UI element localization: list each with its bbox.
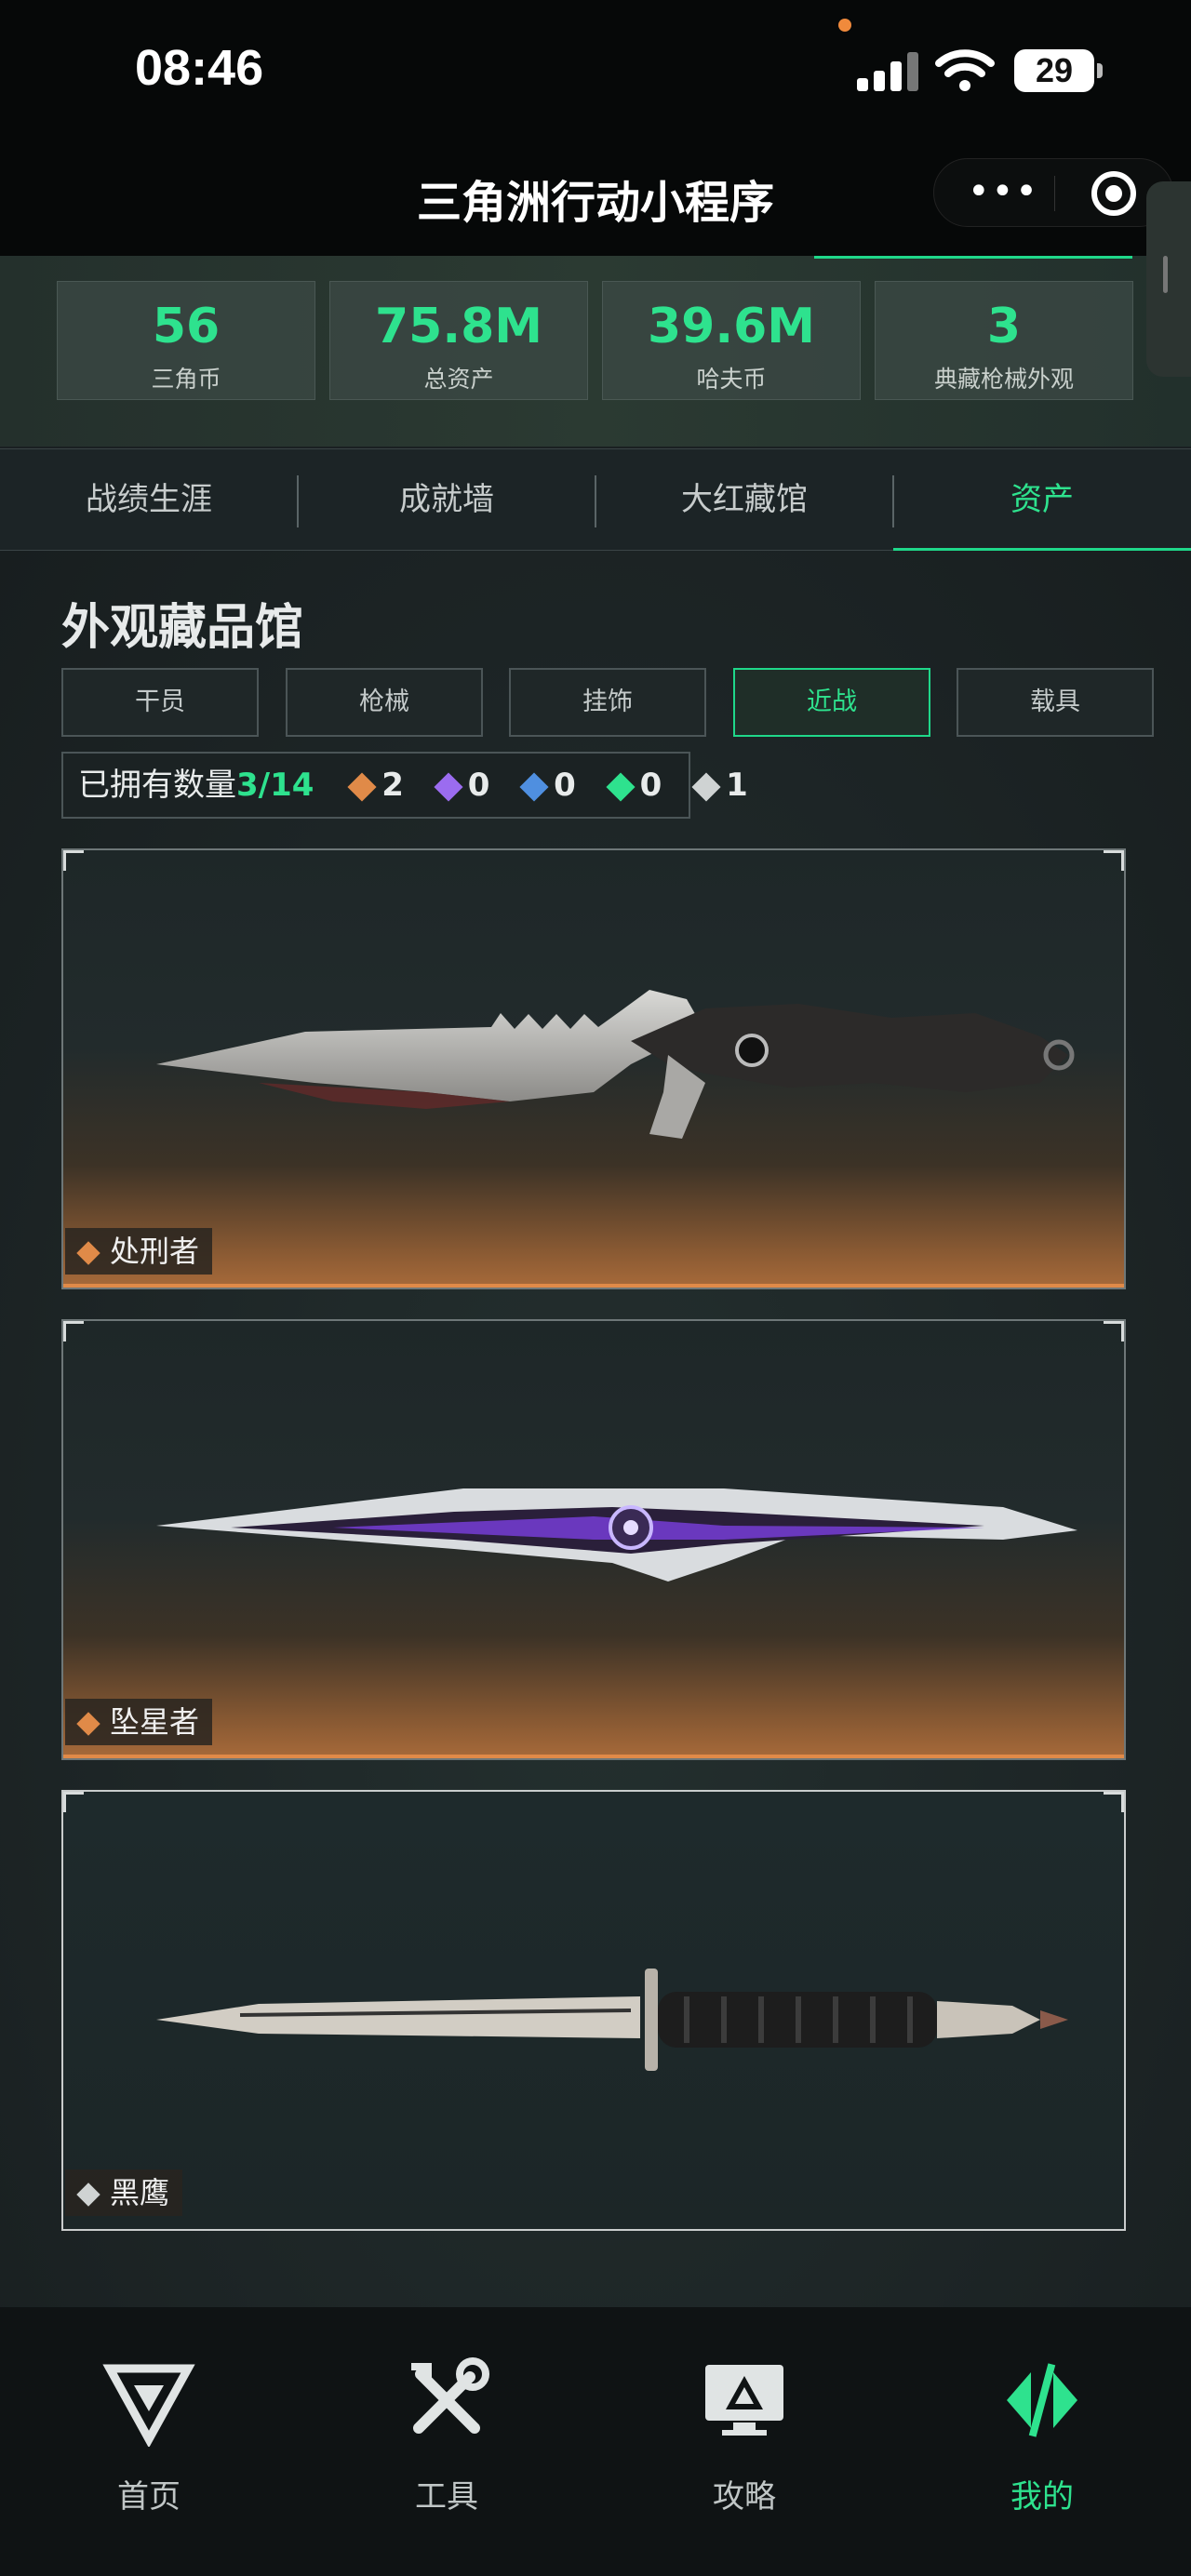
owned-label: 已拥有数量 bbox=[78, 767, 236, 804]
owned-count-bar: 已拥有数量3/14 2 0 0 0 1 bbox=[61, 752, 748, 819]
stat-label: 典藏枪械外观 bbox=[933, 366, 1074, 393]
legendary-rarity-icon bbox=[76, 1241, 100, 1265]
tab-collection[interactable]: 大红藏馆 bbox=[596, 449, 893, 550]
item-card[interactable]: 处刑者 bbox=[61, 848, 1126, 1289]
filter-melee[interactable]: 近战 bbox=[733, 668, 930, 737]
side-scroll-handle[interactable] bbox=[1146, 181, 1191, 377]
item-name: 坠星者 bbox=[110, 1704, 200, 1740]
stat-card: 75.8M 总资产 bbox=[329, 281, 588, 400]
stat-value: 3 bbox=[986, 299, 1022, 354]
item-name-tag: 处刑者 bbox=[65, 1228, 213, 1275]
legendary-rarity-icon bbox=[347, 771, 377, 802]
item-card[interactable]: 黑鹰 bbox=[61, 1790, 1126, 2231]
tab-assets[interactable]: 资产 bbox=[893, 449, 1191, 552]
stat-value: 75.8M bbox=[374, 299, 543, 354]
guide-monitor-icon bbox=[705, 2365, 783, 2436]
nav-guide[interactable]: 攻略 bbox=[596, 2354, 893, 2516]
battery-indicator: 29 bbox=[1014, 49, 1103, 92]
profile-tabs: 战绩生涯 成就墙 大红藏馆 资产 bbox=[0, 448, 1191, 552]
stat-value: 56 bbox=[152, 299, 221, 354]
item-name: 处刑者 bbox=[110, 1234, 200, 1269]
rarity-count: 0 bbox=[639, 767, 662, 804]
stat-card: 56 三角币 bbox=[57, 281, 315, 400]
knife-image bbox=[156, 1488, 1077, 1582]
close-target-icon[interactable] bbox=[1091, 171, 1136, 216]
card-corner bbox=[63, 1792, 84, 1812]
signal-icon bbox=[857, 50, 918, 91]
tools-icon bbox=[411, 2357, 489, 2434]
profile-logo-icon bbox=[1007, 2363, 1077, 2437]
nav-mine[interactable]: 我的 bbox=[893, 2354, 1191, 2516]
legendary-rarity-icon bbox=[76, 1712, 100, 1736]
common-rarity-icon bbox=[76, 2182, 100, 2207]
stat-label: 总资产 bbox=[423, 366, 494, 393]
rarity-count: 1 bbox=[726, 767, 748, 804]
main-content: 外观藏品馆 干员 枪械 挂饰 近战 载具 已拥有数量3/14 2 0 0 0 1 bbox=[0, 551, 1191, 2307]
nav-label: 首页 bbox=[117, 2478, 181, 2516]
stat-label: 三角币 bbox=[151, 366, 221, 393]
filter-operator[interactable]: 干员 bbox=[61, 668, 259, 737]
tab-achievements[interactable]: 成就墙 bbox=[298, 449, 596, 550]
card-corner bbox=[63, 850, 84, 871]
home-logo-icon bbox=[102, 2364, 195, 2449]
owned-count: 3/14 bbox=[236, 767, 314, 804]
item-name-tag: 黑鹰 bbox=[65, 2169, 183, 2216]
more-button[interactable]: ••• bbox=[968, 173, 1039, 210]
card-corner bbox=[1104, 850, 1124, 871]
item-name-tag: 坠星者 bbox=[65, 1699, 213, 1745]
stat-label: 哈夫币 bbox=[696, 366, 767, 393]
nav-tools[interactable]: 工具 bbox=[298, 2354, 596, 2516]
section-title: 外观藏品馆 bbox=[61, 600, 304, 656]
stat-value: 39.6M bbox=[647, 299, 816, 354]
wifi-icon bbox=[935, 49, 995, 91]
filter-charms[interactable]: 挂饰 bbox=[509, 668, 706, 737]
common-rarity-icon bbox=[691, 771, 721, 802]
filter-vehicles[interactable]: 载具 bbox=[957, 668, 1154, 737]
nav-label: 工具 bbox=[415, 2478, 478, 2516]
capsule-divider bbox=[1054, 176, 1055, 211]
stats-panel: 56 三角币 75.8M 总资产 39.6M 哈夫币 3 典藏枪械外观 bbox=[0, 256, 1191, 447]
knife-image bbox=[156, 990, 1075, 1139]
card-corner bbox=[1104, 1792, 1124, 1812]
item-name: 黑鹰 bbox=[110, 2175, 170, 2210]
bottom-nav: 首页 工具 攻略 我的 bbox=[0, 2307, 1191, 2576]
nav-home[interactable]: 首页 bbox=[0, 2354, 298, 2516]
item-card[interactable]: 坠星者 bbox=[61, 1319, 1126, 1760]
stat-card: 39.6M 哈夫币 bbox=[602, 281, 861, 400]
epic-rarity-icon bbox=[434, 771, 463, 802]
knife-image bbox=[156, 1969, 1068, 2071]
status-time: 08:46 bbox=[135, 40, 264, 96]
top-bar: 08:46 29 三角洲行动小程序 ••• bbox=[0, 0, 1191, 256]
card-corner bbox=[1104, 1321, 1124, 1341]
card-corner bbox=[63, 1321, 84, 1341]
nav-label: 攻略 bbox=[713, 2478, 776, 2516]
nav-label: 我的 bbox=[1010, 2478, 1074, 2516]
rarity-count: 0 bbox=[554, 767, 576, 804]
mini-program-capsule: ••• bbox=[933, 158, 1173, 227]
filter-guns[interactable]: 枪械 bbox=[286, 668, 483, 737]
privacy-indicator-dot bbox=[838, 19, 851, 32]
rarity-count: 0 bbox=[467, 767, 490, 804]
rarity-count: 2 bbox=[381, 767, 404, 804]
rare-rarity-icon bbox=[519, 771, 549, 802]
uncommon-rarity-icon bbox=[606, 771, 636, 802]
stat-card: 3 典藏枪械外观 bbox=[875, 281, 1133, 400]
tab-career[interactable]: 战绩生涯 bbox=[0, 449, 298, 550]
accent-line bbox=[814, 256, 1132, 259]
